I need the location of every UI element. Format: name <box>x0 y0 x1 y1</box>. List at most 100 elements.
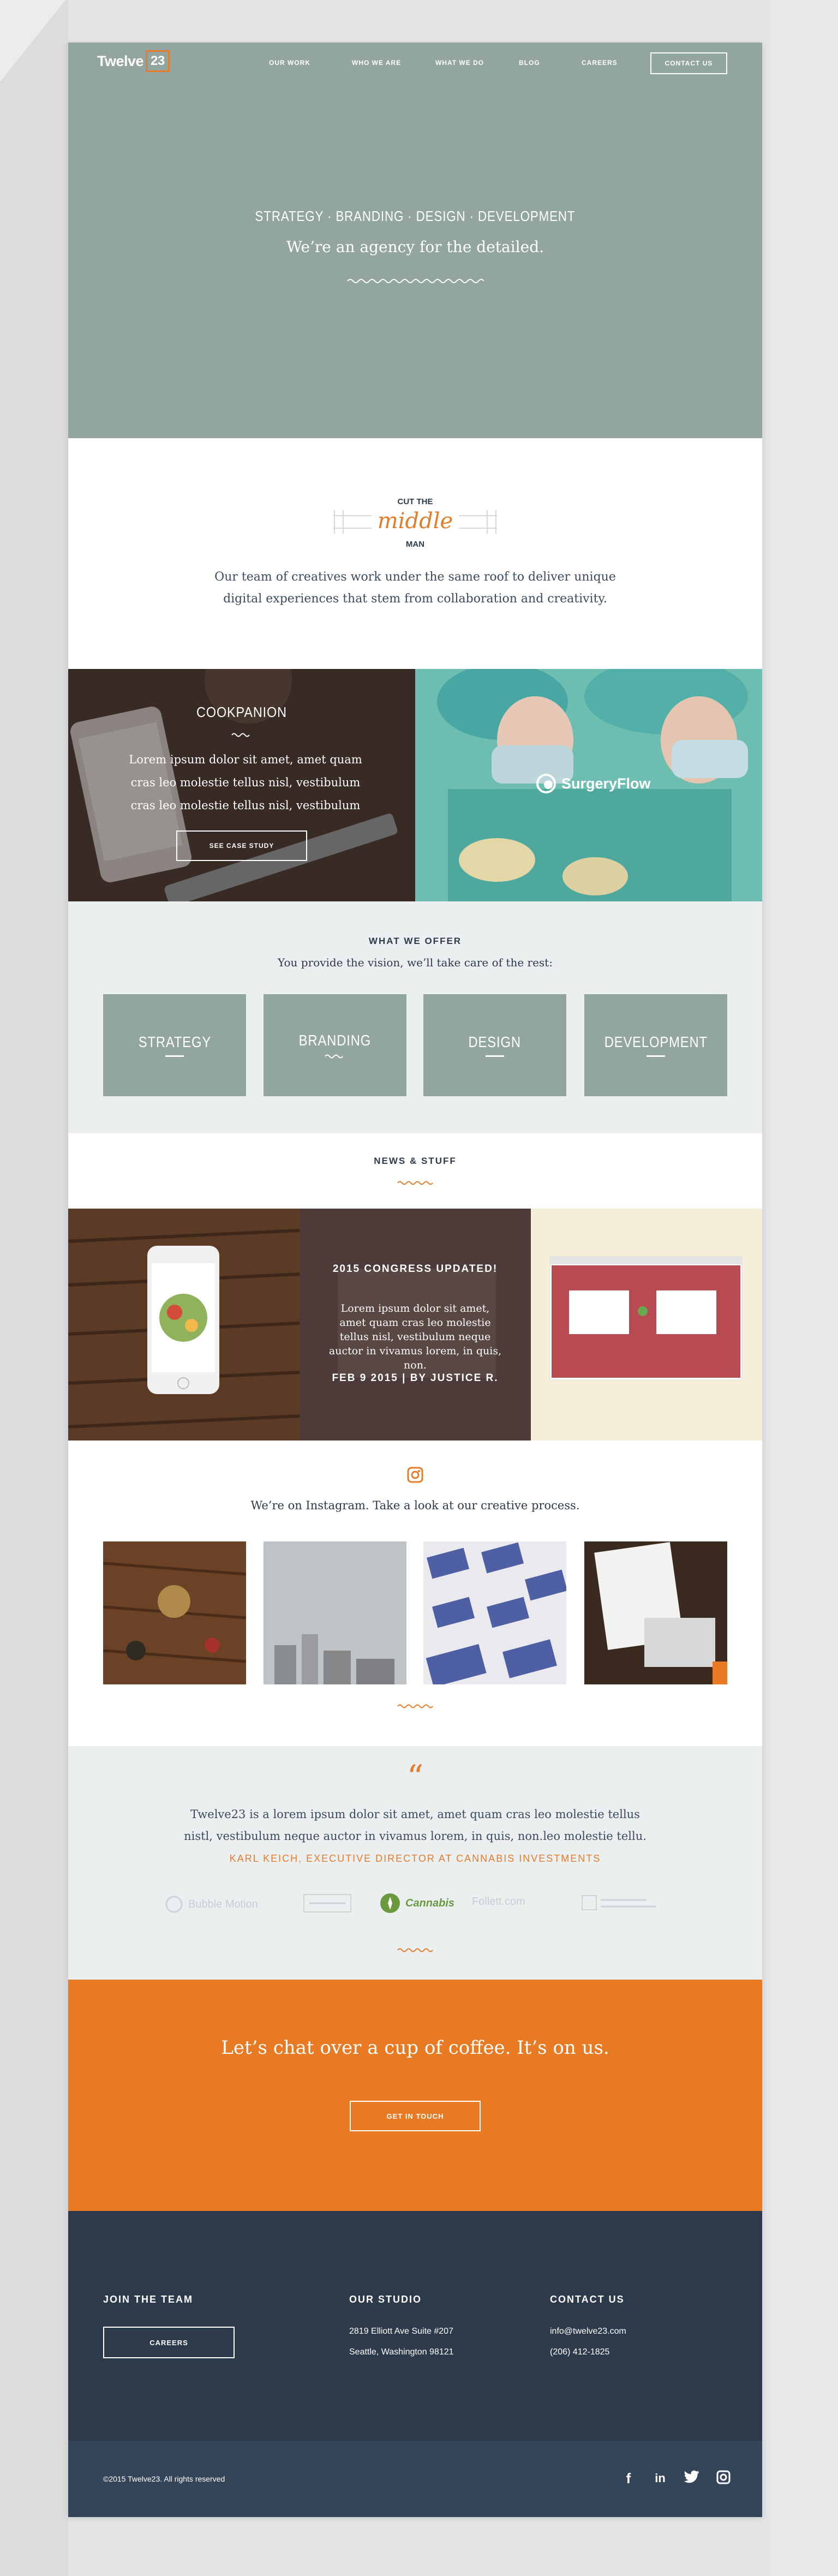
news-item-web[interactable] <box>531 1209 762 1441</box>
news-item-post[interactable]: 2015 CONGRESS UPDATED! Lorem ipsum dolor… <box>300 1209 531 1441</box>
case-study-surgeryflow[interactable]: SurgeryFlow <box>415 669 762 901</box>
surgeryflow-icon <box>536 774 556 793</box>
testimonial-author: KARL KEICH, EXECUTIVE DIRECTOR AT CANNAB… <box>229 1853 601 1864</box>
background-left-band <box>0 0 68 2576</box>
linkedin-icon[interactable]: in <box>652 2470 668 2488</box>
contact-title: CONTACT US <box>550 2294 625 2305</box>
client-logo-name: Cannabis <box>405 1897 455 1909</box>
testimonial-section: “ Twelve23 is a lorem ipsum dolor sit am… <box>68 1746 762 1980</box>
nav-blog[interactable]: BLOG <box>519 59 540 67</box>
background-corner-shape <box>0 0 65 82</box>
intro-section: CUT THE middle MAN Our team of creatives… <box>68 438 762 669</box>
offer-development-label: DEVELOPMENT <box>604 1033 708 1050</box>
what-we-offer-section: WHAT WE OFFER You provide the vision, we… <box>68 901 762 1133</box>
testimonial-squiggle <box>397 1948 433 1952</box>
website-screenshot-image <box>531 1209 762 1441</box>
offer-subtitle: You provide the vision, we’ll take care … <box>278 956 553 969</box>
join-team-title: JOIN THE TEAM <box>103 2294 194 2305</box>
quote-icon: “ <box>406 1758 424 1796</box>
intro-text: Our team of creatives work under the sam… <box>214 570 616 606</box>
offer-design-label: DESIGN <box>468 1033 522 1050</box>
nav-what-we-do[interactable]: WHAT WE DO <box>435 59 484 67</box>
news-section: NEWS & STUFF <box>68 1133 762 1209</box>
client-logos: Bubble Motion Cannabis Follett.com <box>68 1887 762 1920</box>
client-logo-mark <box>303 1894 351 1912</box>
news-post-title: 2015 CONGRESS UPDATED! <box>332 1263 498 1275</box>
studio-address-line2: Seattle, Washington 98121 <box>349 2347 454 2357</box>
case-study-title: COOKPANION <box>196 704 287 720</box>
testimonial-text: Twelve23 is a lorem ipsum dolor sit amet… <box>184 1808 647 1843</box>
offer-title: WHAT WE OFFER <box>368 936 462 946</box>
instagram-photo[interactable] <box>103 1541 246 1684</box>
logo-number: 23 <box>146 50 170 72</box>
nav-our-work[interactable]: OUR WORK <box>269 59 310 67</box>
client-logo-name: Bubble Motion <box>188 1898 258 1910</box>
surgeryflow-logo-text: SurgeryFlow <box>561 775 651 792</box>
logo[interactable]: Twelve 23 <box>97 50 170 72</box>
nav-who-we-are[interactable]: WHO WE ARE <box>352 59 401 67</box>
cta-section: Let’s chat over a cup of coffee. It’s on… <box>68 1980 762 2211</box>
web-page: Twelve 23 OUR WORK WHO WE ARE WHAT WE DO… <box>68 43 762 2517</box>
contact-phone[interactable]: (206) 412-1825 <box>550 2347 609 2357</box>
instagram-photo[interactable] <box>423 1541 566 1684</box>
underline <box>165 1055 184 1057</box>
news-post-date: FEB 9 2015 | BY JUSTICE R. <box>332 1372 499 1384</box>
get-in-touch-button[interactable]: GET IN TOUCH <box>350 2101 481 2131</box>
offer-strategy[interactable]: STRATEGY <box>103 994 246 1096</box>
underline <box>647 1055 665 1057</box>
cut-the-middle-man-badge: CUT THE middle MAN <box>333 497 497 549</box>
client-logo-mark <box>582 1895 656 1910</box>
instagram-photo[interactable] <box>264 1541 406 1684</box>
instagram-icon[interactable] <box>407 1467 423 1483</box>
careers-button[interactable]: CAREERS <box>103 2327 235 2358</box>
cta-title: Let’s chat over a cup of coffee. It’s on… <box>221 2037 609 2059</box>
instagram-squiggle <box>397 1704 433 1708</box>
copyright: ©2015 Twelve23. All rights reserved <box>103 2475 225 2483</box>
news-item-app[interactable] <box>68 1209 300 1441</box>
client-logo <box>581 1892 657 1914</box>
case-study-text: Lorem ipsum dolor sit amet, amet quam cr… <box>129 753 362 812</box>
badge-top-text: CUT THE <box>398 497 433 506</box>
see-case-study-button[interactable]: SEE CASE STUDY <box>176 830 307 861</box>
badge-bottom-text: MAN <box>406 540 424 549</box>
footer: JOIN THE TEAM CAREERS OUR STUDIO 2819 El… <box>68 2211 762 2441</box>
news-row: 2015 CONGRESS UPDATED! Lorem ipsum dolor… <box>68 1209 762 1441</box>
case-study-squiggle <box>231 733 250 737</box>
squiggle-underline <box>325 1054 343 1058</box>
studio-title: OUR STUDIO <box>349 2294 422 2305</box>
offer-development[interactable]: DEVELOPMENT <box>584 994 727 1096</box>
badge-script-text: middle <box>378 509 453 534</box>
offer-branding-label: BRANDING <box>298 1031 372 1049</box>
hero-subtitle: We’re an agency for the detailed. <box>286 238 544 256</box>
case-study-cookpanion[interactable]: COOKPANION Lorem ipsum dolor sit amet, a… <box>68 669 415 901</box>
leaf-icon <box>380 1893 400 1913</box>
offer-branding[interactable]: BRANDING <box>264 994 406 1096</box>
instagram-section: We’re on Instagram. Take a look at our c… <box>68 1441 762 1746</box>
hero-section: Twelve 23 OUR WORK WHO WE ARE WHAT WE DO… <box>68 43 762 438</box>
contact-us-button[interactable]: CONTACT US <box>650 52 727 74</box>
social-links: f in <box>620 2470 732 2488</box>
contact-email[interactable]: info@twelve23.com <box>550 2327 626 2336</box>
offer-strategy-label: STRATEGY <box>138 1033 211 1050</box>
logo-name: Twelve <box>97 52 144 69</box>
underline <box>486 1055 504 1057</box>
client-logo: Follett.com <box>472 1896 525 1908</box>
studio-address-line1: 2819 Elliott Ave Suite #207 <box>349 2327 453 2336</box>
instagram-photo[interactable] <box>584 1541 727 1684</box>
nav-careers[interactable]: CAREERS <box>582 59 618 67</box>
facebook-icon[interactable]: f <box>620 2470 637 2488</box>
client-logo-name: Follett.com <box>472 1896 525 1908</box>
squiggle-divider <box>347 279 484 283</box>
instagram-icon[interactable] <box>715 2470 732 2488</box>
news-squiggle <box>397 1181 433 1185</box>
bubble-icon <box>165 1896 183 1913</box>
background-right-band <box>770 0 838 2576</box>
phone-on-wood-image <box>68 1209 300 1441</box>
bottom-bar: ©2015 Twelve23. All rights reserved f in <box>68 2441 762 2517</box>
offer-design[interactable]: DESIGN <box>423 994 566 1096</box>
twitter-icon[interactable] <box>684 2470 700 2488</box>
client-logo-cannabis: Cannabis <box>379 1892 454 1914</box>
instagram-text: We’re on Instagram. Take a look at our c… <box>250 1499 580 1512</box>
news-post-text: Lorem ipsum dolor sit amet, amet quam cr… <box>328 1302 502 1371</box>
client-logo: Bubble Motion <box>164 1894 258 1914</box>
